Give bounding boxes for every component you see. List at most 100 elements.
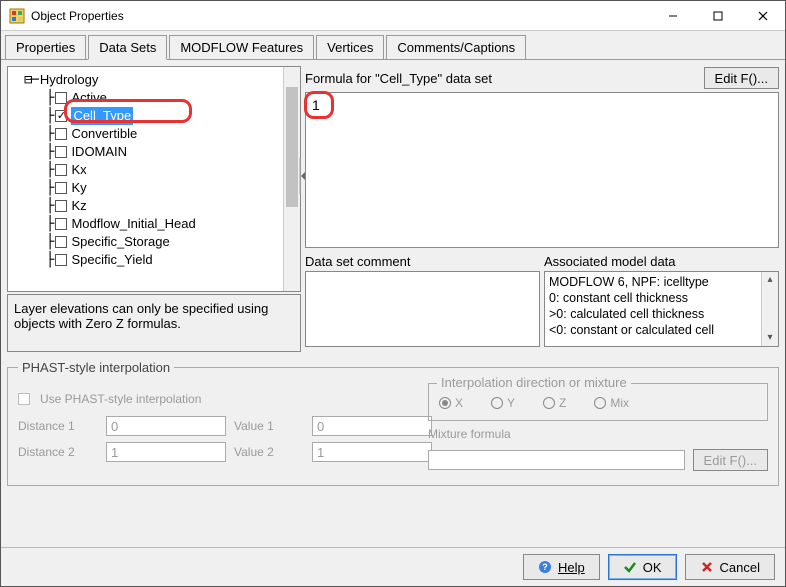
tree-branch-icon: ├ — [46, 143, 52, 161]
tree-item-label: Ky — [71, 179, 86, 197]
tree-item[interactable]: ├ Cell_Type — [14, 107, 296, 125]
expand-collapse-icon[interactable]: ⊟─ — [24, 71, 37, 89]
radio-x: X — [439, 396, 463, 410]
tab-properties[interactable]: Properties — [5, 35, 86, 59]
tree-node-label: Hydrology — [40, 71, 99, 89]
value2-label: Value 2 — [234, 445, 304, 459]
dataset-tree[interactable]: ⊟─ Hydrology ├Active ├Cell_Type ├Convert… — [7, 66, 301, 292]
tree-item[interactable]: ├ Specific_Storage — [14, 233, 296, 251]
assoc-line: 0: constant cell thickness — [549, 290, 774, 306]
tree-item[interactable]: ├ Kx — [14, 161, 296, 179]
tree-item[interactable]: ├Convertible — [14, 125, 296, 143]
tree-item-label: Modflow_Initial_Head — [71, 215, 195, 233]
assoc-line: >0: calculated cell thickness — [549, 306, 774, 322]
tree-scrollbar[interactable] — [283, 67, 300, 291]
tree-item-checkbox[interactable] — [55, 92, 67, 104]
tree-item-checkbox[interactable] — [55, 146, 67, 158]
hint-panel: Layer elevations can only be specified u… — [7, 294, 301, 352]
assoc-scrollbar[interactable]: ▴▾ — [761, 272, 778, 346]
tree-branch-icon: ├ — [46, 89, 52, 107]
comment-box[interactable] — [305, 271, 540, 347]
tree-item-label: Specific_Yield — [71, 251, 152, 269]
tab-comments-captions[interactable]: Comments/Captions — [386, 35, 526, 59]
tree-item[interactable]: ├ IDOMAIN — [14, 143, 296, 161]
tab-modflow-features[interactable]: MODFLOW Features — [169, 35, 314, 59]
assoc-label: Associated model data — [544, 254, 779, 269]
tree-item[interactable]: ├ Kz — [14, 197, 296, 215]
distance2-label: Distance 2 — [18, 445, 98, 459]
button-bar: ? Help OK Cancel — [1, 547, 785, 586]
cancel-label: Cancel — [720, 560, 760, 575]
formula-value: 1 — [312, 97, 320, 113]
tree-item-checkbox[interactable] — [55, 236, 67, 248]
distance2-input — [106, 442, 226, 462]
tree-item-label: Active — [71, 89, 106, 107]
radio-mix: Mix — [594, 396, 629, 410]
assoc-list[interactable]: MODFLOW 6, NPF: icelltype 0: constant ce… — [544, 271, 779, 347]
tree-item-checkbox[interactable] — [55, 182, 67, 194]
tree-branch-icon: ├ — [46, 233, 52, 251]
mixture-editf-button: Edit F()... — [693, 449, 768, 471]
ok-button[interactable]: OK — [608, 554, 677, 580]
tree-item-checkbox[interactable] — [55, 218, 67, 230]
tree-node-hydrology[interactable]: ⊟─ Hydrology — [14, 71, 296, 89]
tab-vertices[interactable]: Vertices — [316, 35, 384, 59]
titlebar: Object Properties — [1, 1, 785, 31]
value1-input — [312, 416, 432, 436]
tree-item[interactable]: ├ Ky — [14, 179, 296, 197]
cancel-icon — [700, 560, 714, 574]
help-button[interactable]: ? Help — [523, 554, 600, 580]
tree-item-label: Kx — [71, 161, 86, 179]
window: Object Properties Properties Data Sets M… — [0, 0, 786, 587]
value2-input — [312, 442, 432, 462]
cancel-button[interactable]: Cancel — [685, 554, 775, 580]
ok-label: OK — [643, 560, 662, 575]
assoc-line: MODFLOW 6, NPF: icelltype — [549, 274, 774, 290]
close-button[interactable] — [740, 1, 785, 31]
tree-item-checkbox[interactable] — [55, 200, 67, 212]
mixture-label: Mixture formula — [428, 427, 768, 441]
tree-branch-icon: ├ — [46, 215, 52, 233]
tree-item-checkbox[interactable] — [55, 110, 67, 122]
tree-item-checkbox[interactable] — [55, 254, 67, 266]
maximize-button[interactable] — [695, 1, 740, 31]
tree-item-checkbox[interactable] — [55, 164, 67, 176]
use-phast-label: Use PHAST-style interpolation — [40, 392, 201, 406]
window-title: Object Properties — [31, 9, 650, 23]
tree-branch-icon: ├ — [46, 107, 52, 125]
tree-item-label: Specific_Storage — [71, 233, 169, 251]
tree-branch-icon: ├ — [46, 251, 52, 269]
tree-item-label: Convertible — [71, 125, 137, 143]
assoc-line: <0: constant or calculated cell — [549, 322, 774, 338]
check-icon — [623, 560, 637, 574]
tree-branch-icon: ├ — [46, 197, 52, 215]
formula-label: Formula for "Cell_Type" data set — [305, 71, 698, 86]
tree-item-label: Kz — [71, 197, 86, 215]
hint-text: Layer elevations can only be specified u… — [14, 301, 268, 331]
distance1-label: Distance 1 — [18, 419, 98, 433]
interp-label: Interpolation direction or mixture — [437, 375, 631, 390]
formula-editor[interactable]: 1 — [305, 92, 779, 248]
distance1-input — [106, 416, 226, 436]
tab-content: ⊟─ Hydrology ├Active ├Cell_Type ├Convert… — [1, 60, 785, 547]
minimize-button[interactable] — [650, 1, 695, 31]
edit-formula-button[interactable]: Edit F()... — [704, 67, 779, 89]
value1-label: Value 1 — [234, 419, 304, 433]
tree-item-checkbox[interactable] — [55, 128, 67, 140]
tab-data-sets[interactable]: Data Sets — [88, 35, 167, 60]
tree-item-label: IDOMAIN — [71, 143, 127, 161]
comment-label: Data set comment — [305, 254, 540, 269]
tree-item[interactable]: ├ Active — [14, 89, 296, 107]
radio-z: Z — [543, 396, 566, 410]
help-label: Help — [558, 560, 585, 575]
tree-item[interactable]: ├ Specific_Yield — [14, 251, 296, 269]
tree-item-label: Cell_Type — [71, 107, 133, 125]
tree-branch-icon: ├ — [46, 179, 52, 197]
tabstrip: Properties Data Sets MODFLOW Features Ve… — [1, 31, 785, 60]
interp-direction-group: Interpolation direction or mixture X Y Z… — [428, 383, 768, 421]
tree-branch-icon: ├ — [46, 161, 52, 179]
phast-legend: PHAST-style interpolation — [18, 360, 174, 375]
use-phast-checkbox — [18, 393, 30, 405]
tree-item[interactable]: ├ Modflow_Initial_Head — [14, 215, 296, 233]
phast-group: PHAST-style interpolation Use PHAST-styl… — [7, 360, 779, 486]
